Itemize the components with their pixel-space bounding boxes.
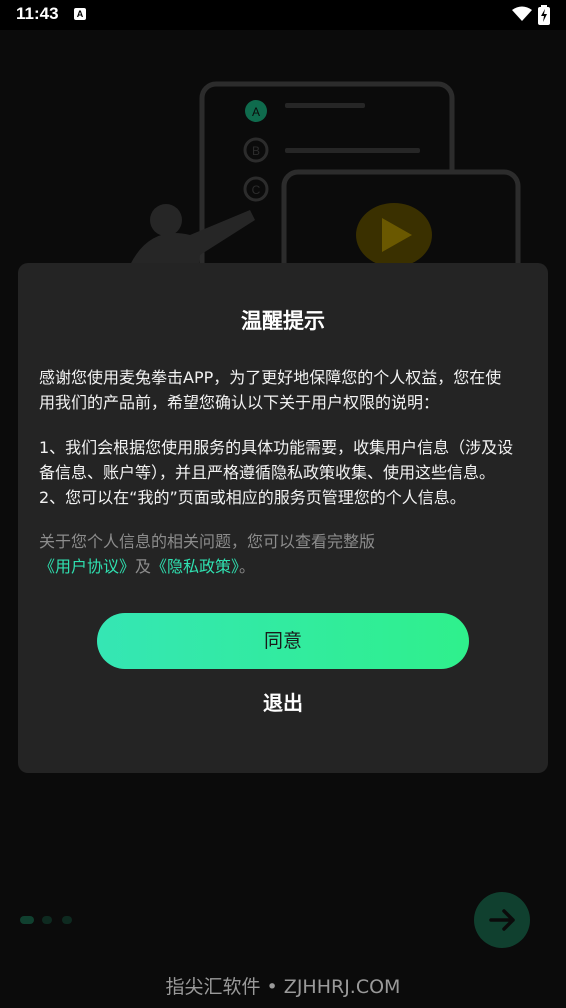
exit-button[interactable]: 退出 bbox=[18, 687, 548, 716]
pager-dot bbox=[42, 916, 52, 924]
intro-line: 感谢您使用麦兔拳击APP，为了更好地保障您的个人权益，您在使 bbox=[39, 368, 502, 387]
arrow-right-icon bbox=[489, 909, 515, 931]
wifi-icon bbox=[512, 6, 532, 21]
dialog-item-1: 1、我们会根据您使用服务的具体功能需要，收集用户信息（涉及设 备信息、账户等），… bbox=[39, 435, 529, 510]
dialog-note: 关于您个人信息的相关问题，您可以查看完整版 《用户协议》及《隐私政策》。 bbox=[39, 529, 529, 579]
item-line: 1、我们会根据您使用服务的具体功能需要，收集用户信息（涉及设 bbox=[39, 438, 514, 457]
intro-line: 用我们的产品前，希望您确认以下关于用户权限的说明： bbox=[39, 393, 440, 412]
pager-dot bbox=[62, 916, 72, 924]
dialog-intro: 感谢您使用麦兔拳击APP，为了更好地保障您的个人权益，您在使 用我们的产品前，希… bbox=[39, 365, 529, 415]
privacy-policy-link[interactable]: 《隐私政策》 bbox=[151, 557, 239, 576]
agree-button[interactable]: 同意 bbox=[97, 613, 469, 669]
note-links: 《用户协议》及《隐私政策》。 bbox=[39, 554, 529, 579]
option-c-label: C bbox=[252, 183, 261, 197]
user-agreement-link[interactable]: 《用户协议》 bbox=[39, 557, 135, 576]
status-bar: 11:43 A bbox=[0, 0, 566, 30]
item-line: 2、您可以在“我的”页面或相应的服务页管理您的个人信息。 bbox=[39, 488, 466, 507]
item-line: 备信息、账户等），并且严格遵循隐私政策收集、使用这些信息。 bbox=[39, 463, 496, 482]
privacy-dialog: 温醒提示 感谢您使用麦兔拳击APP，为了更好地保障您的个人权益，您在使 用我们的… bbox=[18, 263, 548, 773]
dialog-title: 温醒提示 bbox=[241, 309, 325, 333]
and-text: 及 bbox=[135, 557, 152, 576]
option-b-label: B bbox=[252, 144, 260, 158]
watermark: 指尖汇软件 • ZJHHRJ.COM bbox=[165, 976, 401, 998]
end-punct: 。 bbox=[239, 557, 256, 576]
option-a-label: A bbox=[252, 105, 260, 119]
status-time: 11:43 bbox=[16, 4, 59, 23]
battery-charging-icon bbox=[538, 5, 550, 25]
next-button[interactable] bbox=[474, 892, 530, 948]
pager-dot-active bbox=[20, 916, 34, 924]
note-line: 关于您个人信息的相关问题，您可以查看完整版 bbox=[39, 532, 376, 551]
notification-icon: A bbox=[74, 8, 86, 20]
